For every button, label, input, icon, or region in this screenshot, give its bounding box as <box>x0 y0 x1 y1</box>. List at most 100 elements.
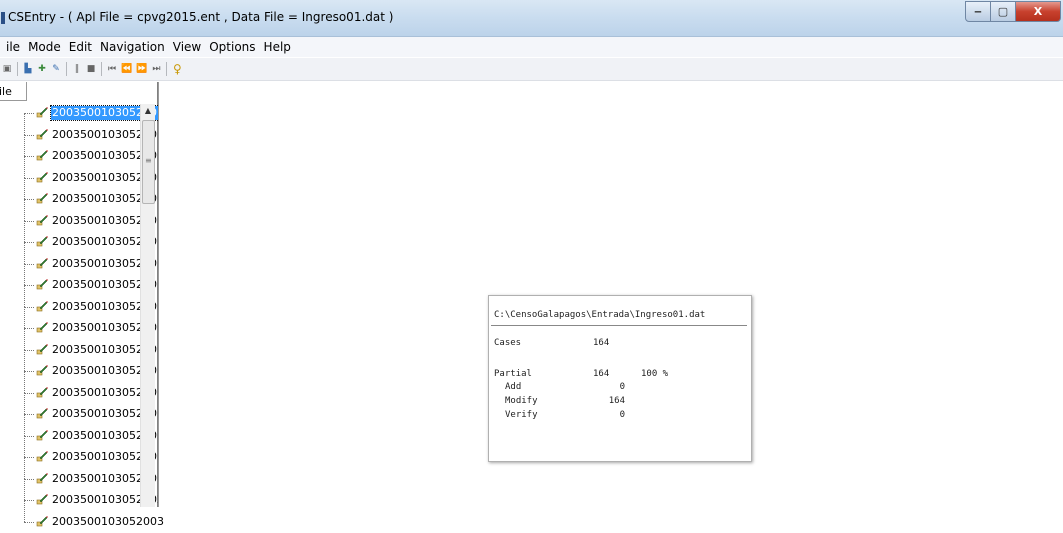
tree-connector-line <box>24 243 25 264</box>
tree-item[interactable]: 2003500103052001 <box>0 426 150 448</box>
tree-connector-line <box>24 501 25 522</box>
tree-item[interactable]: 2003500103052001 <box>0 275 150 297</box>
toolbar-separator <box>101 62 102 76</box>
case-edit-icon <box>36 493 48 505</box>
stop-icon[interactable]: ■ <box>84 61 98 77</box>
tab-file-label: ile <box>0 85 12 98</box>
close-button[interactable]: X <box>1016 1 1061 22</box>
menu-options[interactable]: Options <box>205 40 259 54</box>
tab-file[interactable]: ile <box>0 82 27 101</box>
tree-connector-line <box>24 199 34 200</box>
tree-connector-line <box>24 436 34 437</box>
tree-item[interactable]: 2003500103052001 <box>0 125 150 147</box>
verify-label: Verify <box>505 410 538 420</box>
add-label: Add <box>505 382 521 392</box>
modify-label: Modify <box>505 396 538 406</box>
window-controls: ‒ ▢ X <box>965 1 1061 21</box>
tree-connector-line <box>24 371 34 372</box>
case-edit-icon <box>36 429 48 441</box>
modify-value: 164 <box>593 396 625 406</box>
menu-bar: ile Mode Edit Navigation View Options He… <box>0 37 1063 57</box>
tree-connector-line <box>24 286 25 307</box>
case-edit-icon <box>36 343 48 355</box>
menu-edit[interactable]: Edit <box>65 40 96 54</box>
case-edit-icon <box>36 321 48 333</box>
last-icon[interactable]: ⏭ <box>149 61 163 77</box>
toolbar: ▣ ▙ ✚ ✎ ‖ ■ ⏮ ⏪ ⏩ ⏭ ♀ <box>0 58 1063 81</box>
tree-connector-line <box>24 350 25 371</box>
tree-connector-line <box>24 114 25 135</box>
menu-navigation[interactable]: Navigation <box>96 40 169 54</box>
case-edit-icon <box>36 171 48 183</box>
tree-item[interactable]: 2003500103052003 <box>0 512 150 533</box>
help-key-icon[interactable]: ♀ <box>170 61 184 77</box>
tree-item[interactable]: 2003500103052001 <box>0 361 150 383</box>
toolbar-separator <box>166 62 167 76</box>
toolbar-separator <box>17 62 18 76</box>
case-edit-icon <box>36 235 48 247</box>
case-edit-icon <box>36 106 48 118</box>
tree-item[interactable]: 2003500103052001 <box>0 469 150 491</box>
cases-value: 164 <box>593 338 609 348</box>
case-edit-icon <box>36 128 48 140</box>
tree-item[interactable]: 2003500103052001 <box>0 318 150 340</box>
tree-item[interactable]: 2003500103052001 <box>0 168 150 190</box>
menu-mode[interactable]: Mode <box>24 40 65 54</box>
tree-item[interactable]: 2003500103052001 <box>0 340 150 362</box>
minimize-button[interactable]: ‒ <box>965 1 991 22</box>
tree-connector-line <box>24 372 25 393</box>
tree-connector-line <box>24 221 34 222</box>
tree-connector-line <box>24 135 25 156</box>
case-edit-icon <box>36 149 48 161</box>
open-icon[interactable]: ▣ <box>0 61 14 77</box>
title-bar[interactable]: CSEntry - ( Apl File = cpvg2015.ent , Da… <box>0 0 1063 37</box>
insert-case-icon[interactable]: ✚ <box>35 61 49 77</box>
tree-item[interactable]: 2003500103052001 <box>0 232 150 254</box>
tree-item[interactable]: 2003500103052001 <box>0 404 150 426</box>
case-edit-icon <box>36 192 48 204</box>
tree-connector-line <box>24 457 34 458</box>
first-icon[interactable]: ⏮ <box>105 61 119 77</box>
maximize-button[interactable]: ▢ <box>991 1 1016 22</box>
tree-item[interactable]: 2003500103052001 <box>0 211 150 233</box>
tree-item[interactable]: 2003500103052002 <box>0 490 150 512</box>
tree-connector-line <box>24 329 25 350</box>
tree-connector-line <box>24 242 34 243</box>
tree-item[interactable]: 2003500103052001 <box>0 383 150 405</box>
tree-item[interactable]: 2003500103052001 <box>0 146 150 168</box>
add-value: 0 <box>593 382 625 392</box>
next-icon[interactable]: ⏩ <box>134 61 149 77</box>
modify-case-icon[interactable]: ✎ <box>49 61 63 77</box>
stats-divider <box>491 325 747 326</box>
tree-item[interactable]: 2003500103052001 <box>0 189 150 211</box>
tree-item[interactable]: 2003500103052001 <box>0 103 150 125</box>
tree-connector-line <box>24 264 25 285</box>
tree-connector-line <box>24 156 34 157</box>
tree-connector-line <box>24 307 25 328</box>
scroll-up-arrow-icon[interactable]: ▲ <box>141 104 155 118</box>
case-edit-icon <box>36 300 48 312</box>
add-case-icon[interactable]: ▙ <box>21 61 35 77</box>
verify-value: 0 <box>593 410 625 420</box>
tree-item-label[interactable]: 2003500103052003 <box>51 515 165 529</box>
tree-connector-line <box>24 458 25 479</box>
tree-item[interactable]: 2003500103052001 <box>0 447 150 469</box>
tree-connector-line <box>24 415 25 436</box>
menu-help[interactable]: Help <box>260 40 295 54</box>
previous-icon[interactable]: ⏪ <box>119 61 134 77</box>
tree-item[interactable]: 2003500103052001 <box>0 254 150 276</box>
menu-file[interactable]: ile <box>2 40 24 54</box>
tree-item[interactable]: 2003500103052001 <box>0 297 150 319</box>
case-edit-icon <box>36 364 48 376</box>
tree-scrollbar[interactable]: ▲ ≡ <box>140 104 155 507</box>
menu-view[interactable]: View <box>169 40 205 54</box>
tree-connector-line <box>24 113 34 114</box>
pause-icon[interactable]: ‖ <box>70 61 84 77</box>
scroll-thumb[interactable]: ≡ <box>142 120 155 204</box>
tree-connector-line <box>24 479 34 480</box>
case-edit-icon <box>36 278 48 290</box>
tree-connector-line <box>24 479 25 500</box>
case-edit-icon <box>36 472 48 484</box>
case-edit-icon <box>36 407 48 419</box>
tree-connector-line <box>24 393 34 394</box>
